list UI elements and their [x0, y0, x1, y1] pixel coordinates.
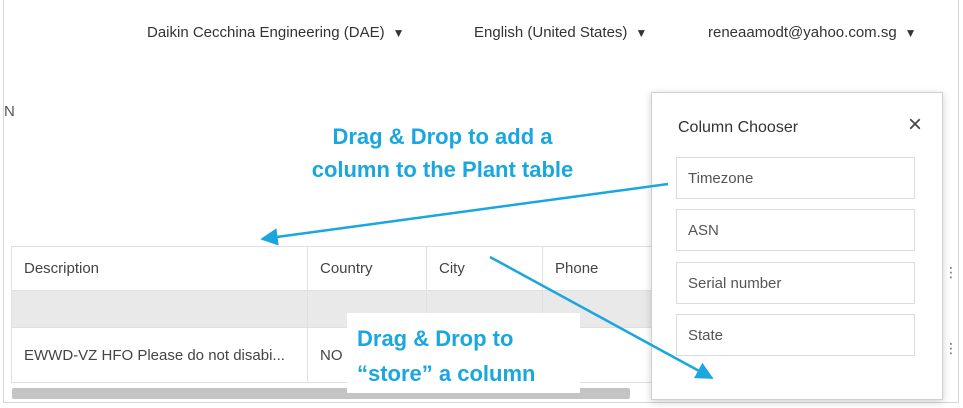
column-header-description[interactable]: Description	[11, 246, 308, 291]
table-header-row: Description Country City Phone	[11, 246, 658, 291]
add-column-callout: Drag & Drop to add a column to the Plant…	[270, 120, 615, 186]
chooser-item-state[interactable]: State	[676, 314, 915, 356]
company-dropdown[interactable]: Daikin Cecchina Engineering (DAE) ▼	[147, 24, 405, 41]
chooser-item-serial-number[interactable]: Serial number	[676, 262, 915, 304]
column-resize-handle[interactable]: ⋮	[944, 340, 958, 357]
close-icon[interactable]: ×	[908, 111, 922, 139]
store-callout-line1: Drag & Drop to	[357, 326, 514, 351]
chevron-down-icon: ▼	[635, 26, 648, 40]
truncated-text: N	[4, 103, 15, 120]
company-label: Daikin Cecchina Engineering (DAE)	[147, 24, 385, 41]
column-header-country[interactable]: Country	[307, 246, 427, 291]
top-bar: Daikin Cecchina Engineering (DAE) ▼ Engli…	[0, 0, 963, 64]
chooser-item-timezone[interactable]: Timezone	[676, 157, 915, 199]
add-callout-line1: Drag & Drop to add a	[332, 124, 553, 149]
chevron-down-icon: ▼	[392, 26, 405, 40]
user-email: reneaamodt@yahoo.com.sg	[708, 24, 897, 41]
column-chooser-panel: Column Chooser × Timezone ASN Serial num…	[651, 92, 943, 400]
filter-cell[interactable]	[11, 290, 308, 328]
store-callout-line2: “store” a column	[357, 361, 536, 386]
cell-description: EWWD-VZ HFO Please do not disabi...	[11, 327, 308, 383]
chevron-down-icon: ▼	[904, 26, 917, 40]
column-chooser-title: Column Chooser	[678, 119, 799, 136]
user-dropdown[interactable]: reneaamodt@yahoo.com.sg ▼	[708, 24, 917, 41]
chooser-item-asn[interactable]: ASN	[676, 209, 915, 251]
store-column-callout: Drag & Drop to “store” a column	[347, 313, 580, 393]
language-label: English (United States)	[474, 24, 628, 41]
add-callout-line2: column to the Plant table	[311, 157, 574, 182]
column-header-phone[interactable]: Phone	[542, 246, 658, 291]
column-resize-handle[interactable]: ⋮	[944, 264, 958, 281]
language-dropdown[interactable]: English (United States) ▼	[474, 24, 647, 41]
column-header-city[interactable]: City	[426, 246, 543, 291]
